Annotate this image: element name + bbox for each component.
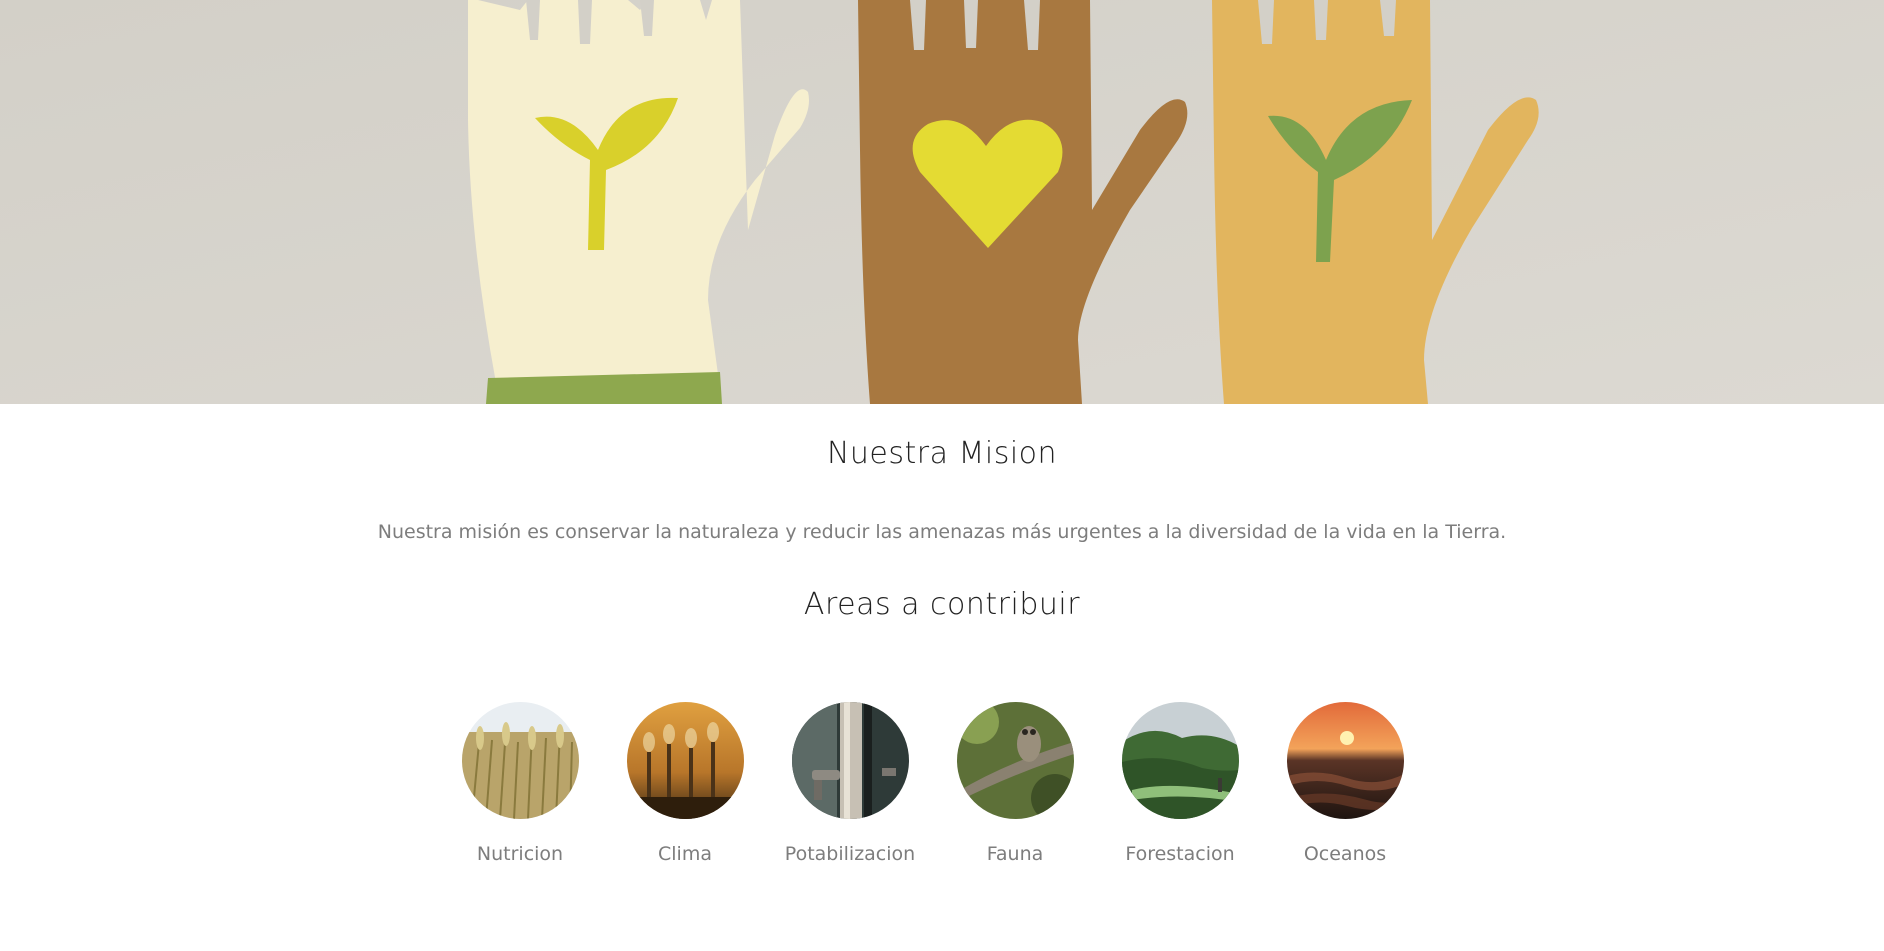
wheat-field-image[interactable] [461, 702, 579, 819]
area-label[interactable]: Fauna [945, 843, 1085, 865]
area-item-fauna[interactable]: Fauna [945, 702, 1085, 865]
area-label[interactable]: Potabilizacion [780, 843, 920, 865]
area-label[interactable]: Oceanos [1275, 843, 1415, 865]
hero-banner [0, 0, 1884, 404]
areas-title: Areas a contribuir [803, 587, 1081, 622]
areas-list: Nutricion Clima Potabilizacion Fauna For… [0, 702, 1884, 882]
area-item-nutricion[interactable]: Nutricion [450, 702, 590, 865]
area-item-oceanos[interactable]: Oceanos [1275, 702, 1415, 865]
hero-hands-illustration [0, 0, 1884, 404]
mission-description: Nuestra misión es conservar la naturalez… [377, 521, 1507, 543]
area-item-potabilizacion[interactable]: Potabilizacion [780, 702, 920, 865]
water-faucet-image[interactable] [791, 702, 909, 819]
ocean-sunset-image[interactable] [1286, 702, 1404, 819]
area-label[interactable]: Clima [615, 843, 755, 865]
area-item-clima[interactable]: Clima [615, 702, 755, 865]
owl-on-branch-image[interactable] [956, 702, 1074, 819]
area-label[interactable]: Nutricion [450, 843, 590, 865]
area-item-forestacion[interactable]: Forestacion [1110, 702, 1250, 865]
area-label[interactable]: Forestacion [1110, 843, 1250, 865]
forest-river-image[interactable] [1121, 702, 1239, 819]
mission-title: Nuestra Mision [826, 436, 1058, 471]
industrial-smokestacks-image[interactable] [626, 702, 744, 819]
